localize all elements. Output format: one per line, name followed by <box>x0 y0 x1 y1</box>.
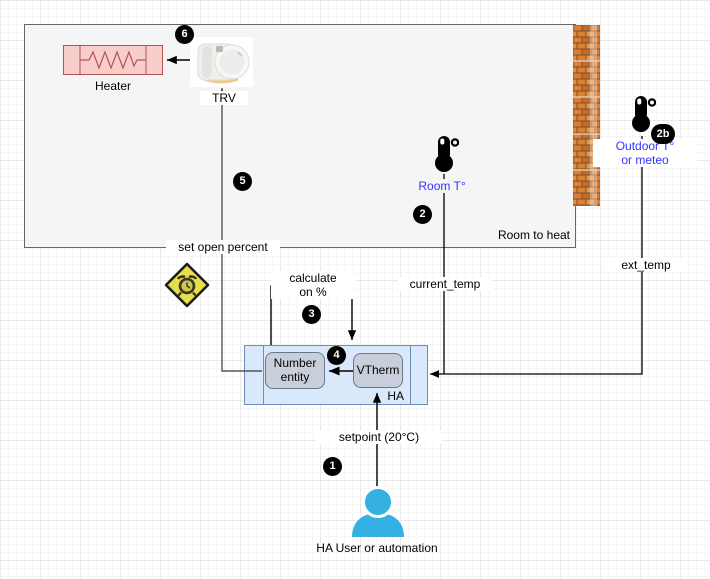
step-badge-2b: 2b <box>651 124 675 144</box>
number-entity-node: Numberentity <box>265 352 325 389</box>
step-badge-3: 3 <box>302 305 321 324</box>
user-person-icon <box>349 486 407 538</box>
heater-label: Heater <box>63 79 163 93</box>
outdoor-temp-label: Outdoor T° or meteo <box>593 139 697 167</box>
ha-label: HA <box>376 389 404 403</box>
edge-label-setpoint: setpoint (20°C) <box>316 430 442 444</box>
ha-box-left-divider <box>263 346 264 404</box>
step-badge-1: 1 <box>323 457 342 476</box>
heater-resistor-icon <box>63 45 163 75</box>
trv-label: TRV <box>200 91 248 105</box>
edge-label-ext-temp: ext_temp <box>604 258 688 272</box>
user-label: HA User or automation <box>287 541 467 555</box>
vtherm-node: VTherm <box>353 353 403 388</box>
step-badge-2: 2 <box>413 205 432 224</box>
ha-box-right-divider <box>410 346 411 404</box>
diagram-canvas: Numberentity VTherm <box>0 0 710 579</box>
step-badge-4: 4 <box>327 346 346 365</box>
room-temp-label: Room T° <box>397 179 487 193</box>
step-badge-5: 5 <box>233 172 252 191</box>
edge-label-calculate: calculate on % <box>271 271 355 299</box>
brick-wall-icon <box>573 25 600 206</box>
step-badge-6: 6 <box>175 25 194 44</box>
timer-diamond-icon <box>163 261 211 309</box>
trv-device-image <box>190 37 253 87</box>
number-entity-label: Numberentity <box>274 357 317 385</box>
room-to-heat-label: Room to heat <box>445 228 573 242</box>
vtherm-label: VTherm <box>357 364 400 378</box>
room-thermometer-icon <box>429 134 459 174</box>
edge-label-set-open-percent: set open percent <box>166 240 280 254</box>
edge-label-current-temp: current_temp <box>398 277 492 291</box>
